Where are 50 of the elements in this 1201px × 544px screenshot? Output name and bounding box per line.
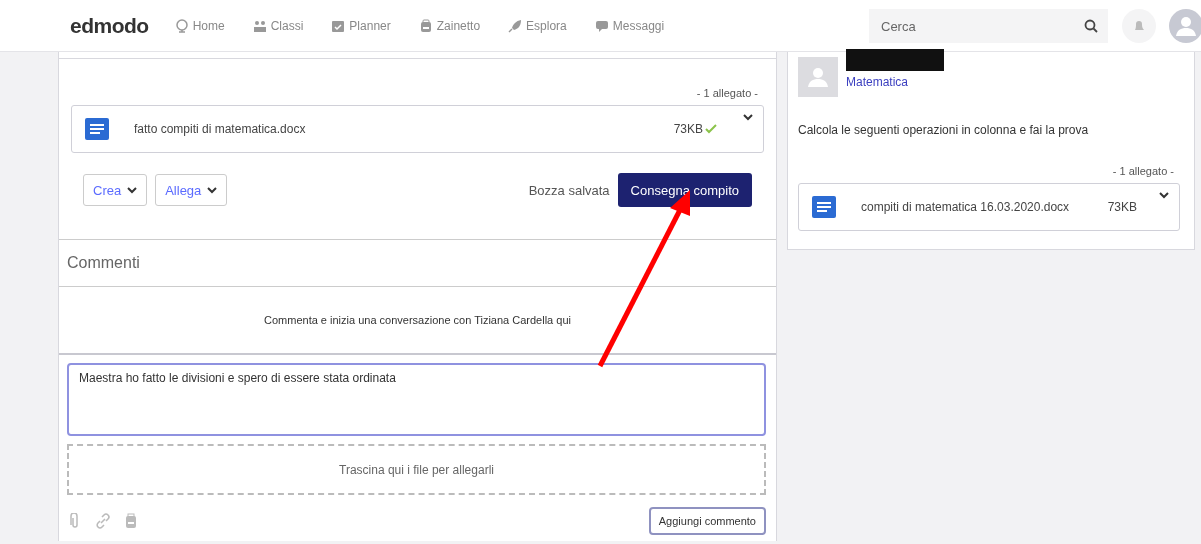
nav-link[interactable]: Home: [174, 19, 225, 33]
file-size: 73KB: [1107, 200, 1137, 214]
link-button[interactable]: [93, 513, 111, 529]
nav-link[interactable]: Messaggi: [594, 19, 665, 33]
notifications-button[interactable]: [1122, 9, 1156, 43]
file-name: fatto compiti di matematica.docx: [134, 122, 307, 136]
caret-icon: [127, 186, 138, 194]
calendar-icon: [331, 19, 346, 33]
attachment-card[interactable]: compiti di matematica 16.03.2020.docx 73KB: [798, 183, 1180, 231]
chevron-down-icon: [1159, 192, 1169, 199]
paperclip-icon: [69, 513, 81, 529]
nav-link[interactable]: Zainetto: [418, 19, 481, 33]
file-size: 73KB: [673, 122, 703, 136]
word-document-icon: [811, 195, 837, 219]
caret-icon: [207, 186, 218, 194]
logo[interactable]: edmodo: [70, 14, 149, 38]
submit-button[interactable]: Consegna compito: [617, 173, 752, 207]
subject-link[interactable]: Matematica: [846, 75, 944, 89]
assignment-description: Calcola le seguenti operazioni in colonna e fai la prova: [798, 123, 1090, 137]
attachment-card[interactable]: fatto compiti di matematica.docx 73KB: [71, 105, 764, 153]
add-comment-button[interactable]: Aggiungi commento: [648, 507, 766, 535]
empty-message: Commenta e inizia una conversazione con Tiziana Cardella qui: [59, 287, 776, 355]
attachment-count: - 1 allegato -: [695, 87, 759, 99]
dropdown-button[interactable]: Allega: [155, 174, 228, 206]
profile-avatar[interactable]: [1169, 9, 1201, 43]
section-title: Commenti: [59, 239, 776, 287]
globe-icon: [174, 19, 189, 33]
link-icon: [95, 513, 111, 529]
people-icon: [252, 19, 267, 33]
backpack-icon: [125, 513, 137, 529]
dropdown-button[interactable]: Crea: [83, 174, 148, 206]
chevron-down-icon: [743, 114, 753, 121]
chat-icon: [594, 19, 609, 33]
bell-icon: [1132, 19, 1146, 33]
backpack-icon: [418, 19, 433, 33]
nav-link[interactable]: Classi: [252, 19, 304, 33]
search-input[interactable]: Cerca: [879, 17, 1084, 35]
backpack-button[interactable]: [123, 513, 137, 529]
dropzone[interactable]: Trascina qui i file per allegarli: [67, 444, 766, 495]
file-name: compiti di matematica 16.03.2020.docx: [861, 200, 1071, 214]
person-icon: [806, 65, 830, 89]
search-field[interactable]: Cerca: [869, 9, 1108, 43]
comment-field[interactable]: Maestra ho fatto le divisioni e spero di essere stata ordinata: [67, 363, 766, 436]
word-document-icon: [84, 117, 110, 141]
attach-button[interactable]: [67, 513, 81, 529]
draft-status: Bozza salvata: [528, 182, 610, 198]
attachment-count: - 1 allegato -: [1111, 165, 1175, 177]
nav-link[interactable]: Planner: [331, 19, 391, 33]
nav-link[interactable]: Esplora: [508, 19, 567, 33]
search-icon: [1084, 19, 1098, 33]
